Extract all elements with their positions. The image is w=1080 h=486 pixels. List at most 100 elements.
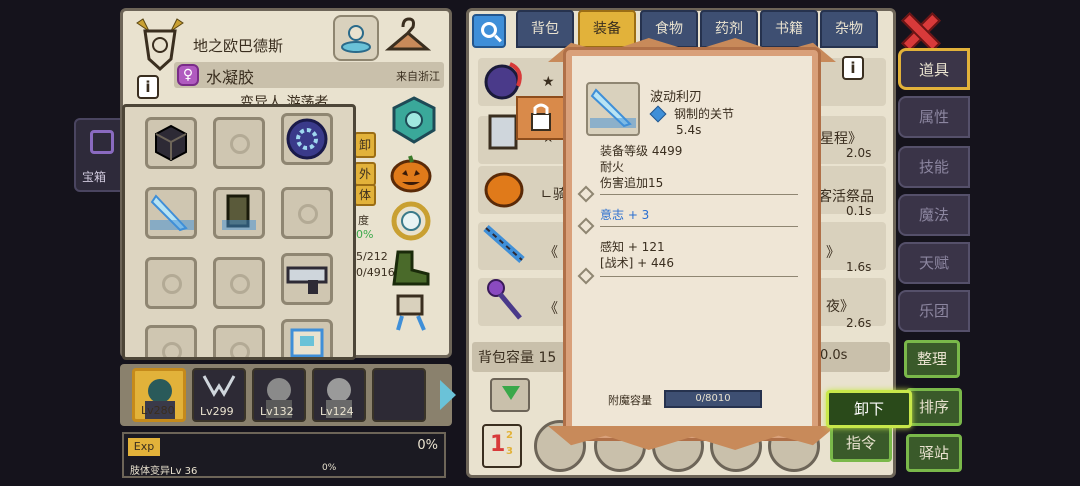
search-icon-handle [494,34,502,43]
tooltip-line: 装备等级 4499 [600,144,683,158]
boots-icon[interactable] [388,244,434,290]
equip-slot-gear[interactable] [281,113,333,165]
unequip-button[interactable]: 卸下 [826,390,912,428]
right-tab-skills[interactable]: 技能 [898,146,970,188]
tooltip-item-name: 波动利刃 [650,90,703,105]
party-hero-slot[interactable]: Lv132 [252,368,306,422]
equip-slot-empty[interactable] [213,325,265,357]
cube-icon [155,124,187,162]
tab-backpack[interactable]: 背包 [516,10,574,48]
info-button[interactable]: i [137,75,159,99]
next-party-arrow-icon[interactable] [440,380,456,410]
armor-icon [222,194,256,230]
portal-button[interactable] [333,15,379,61]
hanger-icon [384,17,432,51]
sort-number-icon: 1 [490,432,506,457]
wardrobe-button[interactable] [384,15,432,61]
equip-slot-empty[interactable] [145,257,197,309]
item-time: 1.6s [846,260,872,274]
sort-button[interactable]: 排序 [906,388,962,426]
empty-slot-icon [162,274,182,294]
tooltip-line: 耐火 [600,160,625,174]
lock-icon[interactable] [516,96,566,140]
female-icon: ♀ [177,64,199,86]
right-tab-items[interactable]: 道具 [898,48,970,90]
shield-gem-icon[interactable] [390,96,438,144]
hero-level: Lv132 [260,405,294,418]
search-button[interactable] [472,14,506,48]
download-arrow-icon[interactable] [490,378,530,412]
party-bar: Lv280 Lv299 Lv132 Lv124 [120,364,452,426]
device-icon [290,328,324,357]
staff-icon [487,279,522,320]
equip-slot-empty[interactable] [145,325,197,357]
partial-stat-1: 0% [356,228,374,241]
character-title-bar: ♀ 水凝胶 来自浙江 [174,62,444,88]
tooltip-stat: 感知 + 121 [600,240,665,254]
party-hero-slot[interactable]: Lv280 [132,368,186,422]
body-side-button[interactable]: 体 [354,184,376,206]
ring-icon[interactable] [388,198,434,244]
capacity-label: 背包容量 15 [478,350,557,366]
partial-stat-2: 5/212 [356,250,388,263]
mutation-percent: 0% [322,463,337,473]
divider [600,194,798,195]
divider [600,226,798,227]
character-origin: 来自浙江 [396,70,440,83]
blade-icon [590,88,636,128]
equip-slot-device[interactable] [281,319,333,357]
empty-slot-icon [162,342,182,357]
capacity-time: 0.0s [820,348,848,363]
equip-slot-gun[interactable] [281,253,333,305]
hero-level: Lv299 [200,405,234,418]
equip-slot-empty[interactable] [213,257,265,309]
sort-number-button[interactable]: 1 2 3 [482,424,522,468]
hero-level: Lv280 [141,404,175,417]
party-hero-slot[interactable]: Lv124 [312,368,366,422]
empty-slot-icon [230,274,250,294]
gadget-icon[interactable] [388,290,434,336]
unequip-side-button[interactable]: 卸 [354,132,376,158]
right-tab-talent[interactable]: 天赋 [898,242,970,284]
equip-slot-armor[interactable] [213,187,265,239]
tab-equipment[interactable]: 装备 [578,10,636,48]
partial-stat-0: 度 [358,214,369,227]
tooltip-item-slot [586,82,640,136]
empty-slot-icon [230,134,250,154]
command-button[interactable]: 指令 [830,424,892,462]
chest-icon [90,130,114,154]
item-info-button[interactable]: i [842,56,864,80]
item-time: 0.1s [846,204,872,218]
right-tab-magic[interactable]: 魔法 [898,194,970,236]
station-button[interactable]: 驿站 [906,434,962,472]
character-name: 地之欧巴德斯 [193,37,284,55]
sort-number-icon-3: 3 [506,446,513,457]
equip-slot-empty[interactable] [213,117,265,169]
chain-icon [483,225,525,263]
outer-side-button[interactable]: 外 [354,162,376,186]
enchant-value: 0/8010 [664,390,762,408]
tooltip-line: 伤害追加15 [600,176,664,190]
exp-panel: Exp 0% 肢体变异Lv 36 0% [122,432,446,478]
tooltip-stat: [战术] + 446 [600,256,674,270]
close-icon[interactable] [900,12,936,48]
tab-books[interactable]: 书籍 [760,10,818,48]
party-hero-slot[interactable]: Lv299 [192,368,246,422]
pumpkin-icon[interactable] [388,150,434,196]
item-prefix: ★ [542,74,555,90]
party-hero-slot-empty[interactable] [372,368,426,422]
character-title: 水凝胶 [206,68,255,87]
item-name: 星程》 [820,131,862,147]
right-tab-attributes[interactable]: 属性 [898,96,970,138]
tab-misc[interactable]: 杂物 [820,10,878,48]
equip-slot-empty[interactable] [281,187,333,239]
equip-slot-cube[interactable] [145,117,197,169]
item-name: 客活祭品 [818,189,874,205]
equipment-popup [122,104,356,360]
organize-button[interactable]: 整理 [904,340,960,378]
enchant-label: 附魔容量 [608,394,652,407]
equip-slot-blade[interactable] [145,187,197,239]
pumpkin-mask-icon [484,172,524,208]
hero-level: Lv124 [320,405,354,418]
right-tab-band[interactable]: 乐团 [898,290,970,332]
